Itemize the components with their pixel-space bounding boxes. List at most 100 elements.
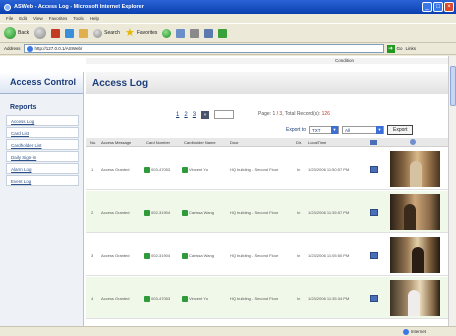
condition-strip: Condition [86,58,448,64]
print-icon[interactable] [204,28,214,38]
cardholder-icon [182,167,188,173]
home-icon[interactable] [79,28,89,38]
address-bar: Address http://127.0.0.1/ASWeb/ ➜ Go Lin… [0,43,456,55]
export-button[interactable]: Export [387,125,414,135]
minimize-button[interactable]: _ [422,2,432,12]
close-button[interactable]: × [444,2,454,12]
menu-help[interactable]: Help [90,16,99,21]
address-label: Address [4,46,21,51]
sidebar-item-daily-signin[interactable]: Daily Sign-in [6,151,79,162]
favorites-button[interactable]: ★ Favorites [124,27,158,39]
chevron-down-icon: ▼ [331,126,339,134]
row-card-number: 002-31904 [151,210,171,216]
row-card: 002-31904 [144,253,170,259]
page-link-3[interactable]: 3 [193,112,196,118]
scrollbar-thumb[interactable] [450,66,456,106]
back-button[interactable]: Back [4,27,29,39]
links-label[interactable]: Links [406,46,417,51]
page-number-input[interactable] [214,110,235,119]
row-door: HQ building - Second Floor [230,167,279,172]
condition-label[interactable]: Condition [335,58,354,63]
sidebar-item-access-log[interactable]: Access Log [6,115,79,126]
favorites-label: Favorites [136,30,158,36]
export-format-select[interactable]: TXT ▼ [309,126,340,134]
row-card: 003-47053 [144,296,170,302]
browser-toolbar: Back Search ★ Favorites [0,23,456,43]
menu-edit[interactable]: Edit [19,16,27,21]
sidebar-item-cardholder-list[interactable]: Cardholder List [6,139,79,150]
sidebar-item-alarm-log[interactable]: Alarm Log [6,163,79,174]
search-label: Search [104,30,120,36]
menu-file[interactable]: File [6,16,13,21]
col-dir: Dir. [296,140,302,145]
col-message: Access Message [101,140,132,145]
row-door: HQ building - Second Floor [230,253,279,258]
sidebar-item-event-log[interactable]: Event Log [6,175,79,186]
video-icon[interactable] [370,295,378,302]
snapshot-photo[interactable] [390,151,440,187]
row-time: 1/23/2006 11:35:57 PM [308,210,350,215]
video-icon[interactable] [370,209,378,216]
snapshot-photo[interactable] [390,237,440,273]
table-header: No. Access Message Card Number Cardholde… [86,138,448,147]
snapshot-photo[interactable] [390,194,440,230]
next-page-button[interactable]: » [201,110,210,119]
search-icon [93,28,103,38]
col-door: Door [230,140,239,145]
table-row[interactable]: 1 Access Granted 003-47053 Vincent Yu HQ… [86,148,448,190]
snapshot-photo[interactable] [390,280,440,316]
menu-tools[interactable]: Tools [73,16,84,21]
ie-logo-icon [4,3,11,11]
stop-icon[interactable] [51,28,61,38]
messenger-icon[interactable] [218,28,228,38]
export-format-value: TXT [312,127,321,133]
search-button[interactable]: Search [93,28,120,38]
table-row[interactable]: 2 Access Granted 002-31904 Carissa Wang … [86,191,448,233]
mail-icon[interactable] [190,28,200,38]
internet-zone-icon [402,328,409,335]
sidebar-title: Access Control [0,72,83,94]
forward-button[interactable] [34,27,47,39]
table-row[interactable]: 4 Access Granted 003-47053 Vincent Yu HQ… [86,277,448,319]
camera-column-icon [410,139,416,145]
page-link-2[interactable]: 2 [184,112,187,118]
row-no: 4 [91,296,94,301]
row-cardholder: Vincent Yu [189,167,208,173]
export-scope-select[interactable]: All ▼ [342,126,385,134]
person-figure [412,247,424,273]
window-title: ASWeb - Access Log - Microsoft Internet … [14,4,144,10]
menu-favorites[interactable]: Favorites [49,16,68,21]
row-card-number: 002-31904 [151,253,171,259]
page-favicon-icon [26,45,33,52]
page-link-1[interactable]: 1 [176,112,179,118]
sidebar: Access Control Reports Access Log Card L… [0,72,84,326]
history-icon[interactable] [176,28,186,38]
menu-view[interactable]: View [33,16,43,21]
row-message: Access Granted [101,296,130,301]
row-name: Carissa Wang [182,253,214,259]
address-url: http://127.0.0.1/ASWeb/ [34,46,83,51]
row-message: Access Granted [101,253,130,258]
sidebar-item-card-list[interactable]: Card List [6,127,79,138]
maximize-button[interactable]: □ [433,2,443,12]
refresh-icon[interactable] [65,28,75,38]
row-dir: In [297,167,301,172]
row-card: 003-47053 [144,167,170,173]
card-icon [144,296,150,302]
favorites-star-icon: ★ [124,27,135,39]
go-arrow-icon: ➜ [386,44,395,53]
go-label: Go [396,46,403,51]
video-icon[interactable] [370,166,378,173]
row-no: 2 [91,210,94,215]
media-icon[interactable] [162,28,172,38]
video-icon[interactable] [370,252,378,259]
row-dir: In [297,210,301,215]
row-card-number: 003-47053 [151,167,171,173]
go-button[interactable]: ➜ Go [386,44,403,53]
vertical-scrollbar[interactable] [448,56,456,326]
card-icon [144,253,150,259]
table-row[interactable]: 3 Access Granted 002-31904 Carissa Wang … [86,234,448,276]
window-controls: _ □ × [422,2,454,12]
page-info-total: 126 [321,111,330,117]
address-input[interactable]: http://127.0.0.1/ASWeb/ [23,44,384,53]
